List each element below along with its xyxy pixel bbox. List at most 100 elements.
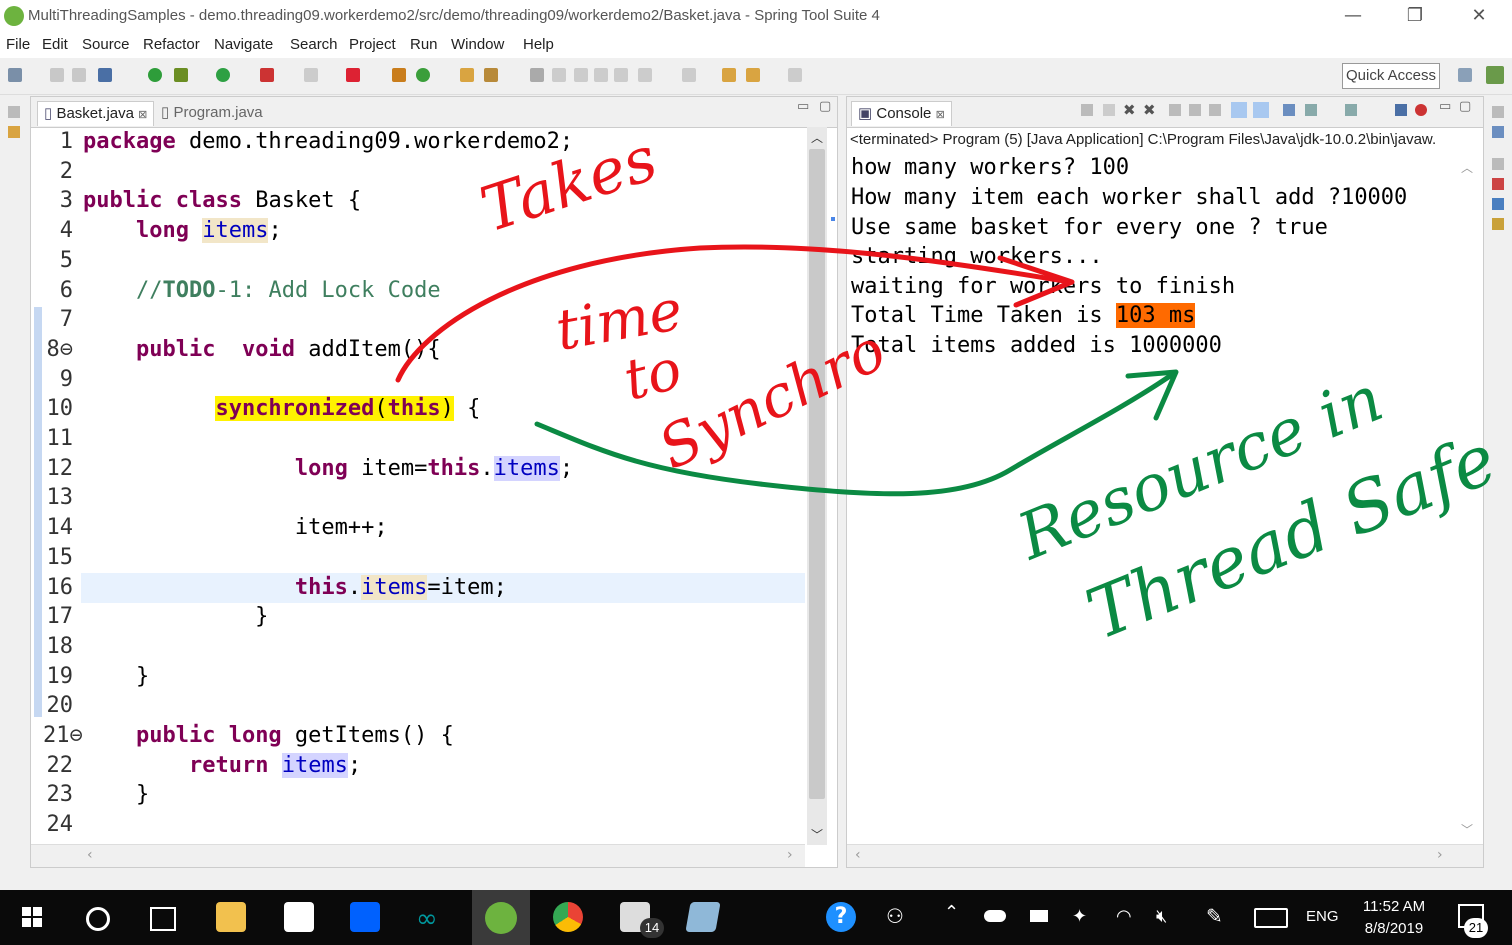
coverage-icon[interactable] (346, 68, 360, 82)
console-menu-icon[interactable] (1395, 104, 1407, 116)
menu-refactor[interactable]: Refactor (143, 36, 200, 53)
menu-run[interactable]: Run (410, 36, 438, 53)
declaration-icon[interactable] (1492, 218, 1504, 230)
keyboard-icon[interactable] (1254, 908, 1288, 928)
spring-boot-icon[interactable] (148, 68, 162, 82)
scroll-left-icon[interactable]: ‹ (855, 847, 861, 863)
pin-icon[interactable] (1283, 104, 1295, 116)
remove-all-icon[interactable]: ✖ (1143, 101, 1156, 119)
task-view-icon[interactable] (150, 907, 176, 931)
show-stderr-icon[interactable] (1253, 102, 1269, 118)
scroll-right-icon[interactable]: › (787, 847, 793, 863)
arduino-icon[interactable]: ∞ (416, 904, 438, 934)
minimize-view-icon[interactable]: ▭ (797, 99, 809, 114)
maximize-view-icon[interactable]: ▢ (819, 99, 831, 114)
microsoft-store-icon[interactable] (284, 902, 314, 932)
code-text-area[interactable]: 1 package demo.threading09.workerdemo2; 2 3… (31, 127, 805, 845)
search-tool-icon[interactable] (484, 68, 498, 82)
remove-launch-icon[interactable]: ✖ (1123, 101, 1136, 119)
quick-access-field[interactable]: Quick Access (1342, 63, 1440, 89)
display-console-icon[interactable] (1305, 104, 1317, 116)
chevron-up-icon[interactable]: ⌃ (944, 902, 959, 923)
pen-icon[interactable]: ✎ (1206, 904, 1223, 928)
notes-icon[interactable] (685, 902, 721, 932)
terminal-icon[interactable] (98, 68, 112, 82)
menu-file[interactable]: File (6, 36, 30, 53)
forward-icon[interactable] (788, 68, 802, 82)
debug-icon[interactable] (174, 68, 188, 82)
maximize-view-icon[interactable]: ▢ (1459, 99, 1471, 114)
pilcrow-icon[interactable] (614, 68, 628, 82)
scroll-down-icon[interactable]: ﹀ (1461, 821, 1473, 838)
chrome-icon[interactable] (553, 902, 583, 932)
maximize-button[interactable]: ❐ (1392, 2, 1438, 30)
save-icon[interactable] (50, 68, 64, 82)
open-perspective-icon[interactable] (1458, 68, 1472, 82)
menu-navigate[interactable]: Navigate (214, 36, 273, 53)
word-wrap-icon[interactable] (1209, 104, 1221, 116)
console-horizontal-scrollbar[interactable]: ‹ › (847, 844, 1483, 867)
tab-program-java[interactable]: ▯ Program.java (161, 103, 263, 121)
new-class-icon[interactable] (416, 68, 430, 82)
volume-muted-icon[interactable]: 🔇︎ (1156, 906, 1167, 927)
save-all-icon[interactable] (72, 68, 86, 82)
dropbox-icon[interactable] (350, 902, 380, 932)
close-icon[interactable]: ⊠ (936, 109, 945, 121)
pin-console-icon[interactable] (1081, 104, 1093, 116)
stop-icon[interactable] (304, 68, 318, 82)
prev-annotation-icon[interactable] (682, 68, 696, 82)
sts-taskbar-button[interactable] (472, 890, 530, 945)
restore-right-icon[interactable] (1492, 106, 1504, 118)
new-icon[interactable] (8, 68, 22, 82)
problems-icon[interactable] (1492, 178, 1504, 190)
restore-icon[interactable] (8, 106, 20, 118)
outline-icon[interactable] (1492, 126, 1504, 138)
scroll-left-icon[interactable]: ‹ (87, 847, 93, 863)
show-whitespace-icon[interactable] (594, 68, 608, 82)
back-icon[interactable] (746, 68, 760, 82)
language-indicator[interactable]: ENG (1306, 908, 1339, 925)
cortana-icon[interactable] (86, 907, 110, 931)
show-stdout-icon[interactable] (1231, 102, 1247, 118)
toggle-mark-icon[interactable] (552, 68, 566, 82)
help-icon[interactable]: ? (826, 902, 856, 932)
scroll-up-icon[interactable]: ︿ (1461, 159, 1473, 176)
tab-console[interactable]: ▣ Console ⊠ (851, 101, 952, 126)
menu-project[interactable]: Project (349, 36, 396, 53)
menu-help[interactable]: Help (523, 36, 554, 53)
onedrive-icon[interactable] (984, 910, 1006, 922)
editor-horizontal-scrollbar[interactable]: ‹ › (31, 844, 805, 867)
scroll-up-icon[interactable]: ︿ (811, 129, 823, 146)
restore-right-2-icon[interactable] (1492, 158, 1504, 170)
scroll-lock-icon[interactable] (1189, 104, 1201, 116)
file-explorer-icon[interactable] (216, 902, 246, 932)
external-tools-icon[interactable] (260, 68, 274, 82)
windows-start-icon[interactable] (22, 907, 42, 927)
people-icon[interactable]: ⚇ (886, 904, 904, 928)
menu-source[interactable]: Source (82, 36, 130, 53)
battery-icon[interactable] (1030, 910, 1048, 922)
scroll-down-icon[interactable]: ﹀ (811, 826, 823, 843)
last-edit-icon[interactable] (722, 68, 736, 82)
minimize-button[interactable]: — (1330, 2, 1376, 30)
tab-basket-java[interactable]: ▯ Basket.java ⊠ (37, 101, 155, 126)
close-button[interactable]: ✕ (1456, 2, 1502, 30)
package-explorer-icon[interactable] (8, 126, 20, 138)
open-type-icon[interactable] (460, 68, 474, 82)
clear-console-icon[interactable] (1169, 104, 1181, 116)
javadoc-icon[interactable] (1492, 198, 1504, 210)
run-icon[interactable] (216, 68, 230, 82)
spring-console-icon[interactable] (1415, 104, 1427, 116)
java-perspective-icon[interactable] (1486, 66, 1504, 84)
scroll-right-icon[interactable]: › (1437, 847, 1443, 863)
scroll-thumb[interactable] (809, 149, 825, 799)
close-icon[interactable]: ⊠ (138, 109, 147, 121)
menu-edit[interactable]: Edit (42, 36, 68, 53)
new-java-project-icon[interactable] (392, 68, 406, 82)
toggle-block-icon[interactable] (574, 68, 588, 82)
system-clock[interactable]: 11:52 AM 8/8/2019 (1352, 896, 1436, 940)
open-console-icon[interactable] (1345, 104, 1357, 116)
menu-window[interactable]: Window (451, 36, 504, 53)
terminate-icon[interactable] (1103, 104, 1115, 116)
menu-search[interactable]: Search (290, 36, 338, 53)
